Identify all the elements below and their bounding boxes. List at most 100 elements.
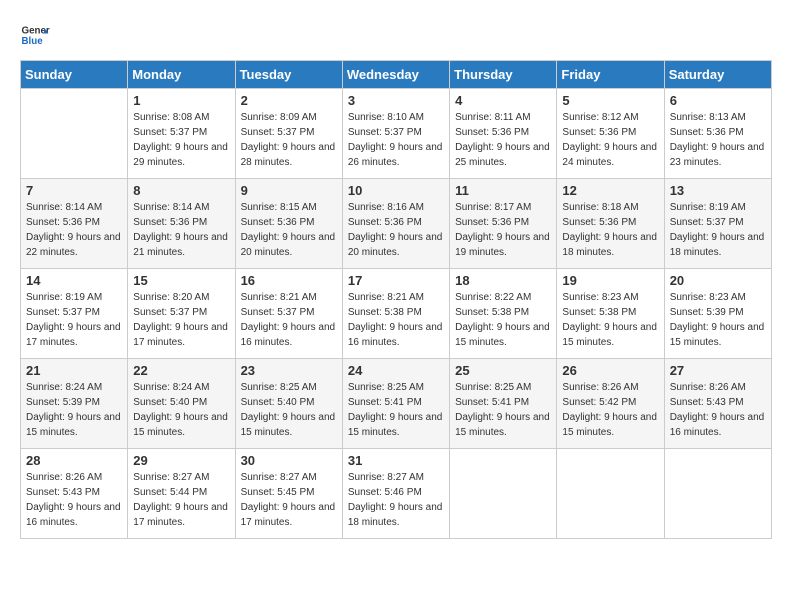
calendar-cell: 15 Sunrise: 8:20 AM Sunset: 5:37 PM Dayl… (128, 269, 235, 359)
weekday-header-friday: Friday (557, 61, 664, 89)
calendar-cell (557, 449, 664, 539)
day-number: 17 (348, 273, 444, 288)
sunrise: Sunrise: 8:12 AM (562, 112, 638, 123)
day-info: Sunrise: 8:19 AM Sunset: 5:37 PM Dayligh… (26, 290, 122, 350)
sunset: Sunset: 5:38 PM (348, 307, 422, 318)
calendar-week-row: 28 Sunrise: 8:26 AM Sunset: 5:43 PM Dayl… (21, 449, 772, 539)
daylight: Daylight: 9 hours and 26 minutes. (348, 142, 443, 168)
day-number: 14 (26, 273, 122, 288)
day-info: Sunrise: 8:18 AM Sunset: 5:36 PM Dayligh… (562, 200, 658, 260)
sunrise: Sunrise: 8:19 AM (670, 202, 746, 213)
day-number: 6 (670, 93, 766, 108)
daylight: Daylight: 9 hours and 16 minutes. (348, 322, 443, 348)
day-number: 16 (241, 273, 337, 288)
sunrise: Sunrise: 8:26 AM (26, 472, 102, 483)
sunset: Sunset: 5:36 PM (562, 127, 636, 138)
calendar-cell: 7 Sunrise: 8:14 AM Sunset: 5:36 PM Dayli… (21, 179, 128, 269)
daylight: Daylight: 9 hours and 25 minutes. (455, 142, 550, 168)
daylight: Daylight: 9 hours and 22 minutes. (26, 232, 121, 258)
sunset: Sunset: 5:36 PM (455, 217, 529, 228)
sunrise: Sunrise: 8:10 AM (348, 112, 424, 123)
sunrise: Sunrise: 8:18 AM (562, 202, 638, 213)
sunrise: Sunrise: 8:25 AM (455, 382, 531, 393)
calendar-cell: 13 Sunrise: 8:19 AM Sunset: 5:37 PM Dayl… (664, 179, 771, 269)
day-number: 20 (670, 273, 766, 288)
calendar-cell: 11 Sunrise: 8:17 AM Sunset: 5:36 PM Dayl… (450, 179, 557, 269)
daylight: Daylight: 9 hours and 15 minutes. (562, 412, 657, 438)
day-number: 9 (241, 183, 337, 198)
sunrise: Sunrise: 8:16 AM (348, 202, 424, 213)
day-number: 11 (455, 183, 551, 198)
sunrise: Sunrise: 8:26 AM (670, 382, 746, 393)
day-number: 4 (455, 93, 551, 108)
day-info: Sunrise: 8:21 AM Sunset: 5:37 PM Dayligh… (241, 290, 337, 350)
sunrise: Sunrise: 8:21 AM (348, 292, 424, 303)
day-number: 8 (133, 183, 229, 198)
day-number: 22 (133, 363, 229, 378)
sunset: Sunset: 5:37 PM (348, 127, 422, 138)
day-info: Sunrise: 8:16 AM Sunset: 5:36 PM Dayligh… (348, 200, 444, 260)
sunrise: Sunrise: 8:25 AM (348, 382, 424, 393)
sunrise: Sunrise: 8:13 AM (670, 112, 746, 123)
day-info: Sunrise: 8:10 AM Sunset: 5:37 PM Dayligh… (348, 110, 444, 170)
sunrise: Sunrise: 8:27 AM (241, 472, 317, 483)
daylight: Daylight: 9 hours and 16 minutes. (26, 502, 121, 528)
calendar-cell: 23 Sunrise: 8:25 AM Sunset: 5:40 PM Dayl… (235, 359, 342, 449)
sunrise: Sunrise: 8:27 AM (348, 472, 424, 483)
sunrise: Sunrise: 8:17 AM (455, 202, 531, 213)
sunset: Sunset: 5:37 PM (133, 127, 207, 138)
calendar-cell: 1 Sunrise: 8:08 AM Sunset: 5:37 PM Dayli… (128, 89, 235, 179)
day-info: Sunrise: 8:08 AM Sunset: 5:37 PM Dayligh… (133, 110, 229, 170)
calendar-cell: 25 Sunrise: 8:25 AM Sunset: 5:41 PM Dayl… (450, 359, 557, 449)
daylight: Daylight: 9 hours and 16 minutes. (241, 322, 336, 348)
calendar-cell: 9 Sunrise: 8:15 AM Sunset: 5:36 PM Dayli… (235, 179, 342, 269)
daylight: Daylight: 9 hours and 20 minutes. (241, 232, 336, 258)
sunrise: Sunrise: 8:11 AM (455, 112, 530, 123)
sunset: Sunset: 5:39 PM (26, 397, 100, 408)
calendar-cell: 12 Sunrise: 8:18 AM Sunset: 5:36 PM Dayl… (557, 179, 664, 269)
weekday-header-thursday: Thursday (450, 61, 557, 89)
day-info: Sunrise: 8:17 AM Sunset: 5:36 PM Dayligh… (455, 200, 551, 260)
daylight: Daylight: 9 hours and 16 minutes. (670, 412, 765, 438)
weekday-header-monday: Monday (128, 61, 235, 89)
calendar-cell: 31 Sunrise: 8:27 AM Sunset: 5:46 PM Dayl… (342, 449, 449, 539)
calendar-cell (21, 89, 128, 179)
calendar-cell: 21 Sunrise: 8:24 AM Sunset: 5:39 PM Dayl… (21, 359, 128, 449)
sunset: Sunset: 5:43 PM (26, 487, 100, 498)
calendar-cell: 8 Sunrise: 8:14 AM Sunset: 5:36 PM Dayli… (128, 179, 235, 269)
sunrise: Sunrise: 8:24 AM (133, 382, 209, 393)
calendar-cell: 22 Sunrise: 8:24 AM Sunset: 5:40 PM Dayl… (128, 359, 235, 449)
weekday-header-wednesday: Wednesday (342, 61, 449, 89)
calendar-cell: 2 Sunrise: 8:09 AM Sunset: 5:37 PM Dayli… (235, 89, 342, 179)
day-number: 27 (670, 363, 766, 378)
day-info: Sunrise: 8:12 AM Sunset: 5:36 PM Dayligh… (562, 110, 658, 170)
calendar-cell: 27 Sunrise: 8:26 AM Sunset: 5:43 PM Dayl… (664, 359, 771, 449)
calendar-cell: 28 Sunrise: 8:26 AM Sunset: 5:43 PM Dayl… (21, 449, 128, 539)
day-info: Sunrise: 8:19 AM Sunset: 5:37 PM Dayligh… (670, 200, 766, 260)
daylight: Daylight: 9 hours and 17 minutes. (241, 502, 336, 528)
sunset: Sunset: 5:38 PM (562, 307, 636, 318)
day-info: Sunrise: 8:14 AM Sunset: 5:36 PM Dayligh… (133, 200, 229, 260)
daylight: Daylight: 9 hours and 15 minutes. (562, 322, 657, 348)
sunset: Sunset: 5:36 PM (241, 217, 315, 228)
daylight: Daylight: 9 hours and 18 minutes. (348, 502, 443, 528)
day-number: 29 (133, 453, 229, 468)
calendar-week-row: 1 Sunrise: 8:08 AM Sunset: 5:37 PM Dayli… (21, 89, 772, 179)
day-number: 23 (241, 363, 337, 378)
day-number: 26 (562, 363, 658, 378)
sunset: Sunset: 5:36 PM (562, 217, 636, 228)
calendar-cell (664, 449, 771, 539)
daylight: Daylight: 9 hours and 17 minutes. (133, 502, 228, 528)
day-info: Sunrise: 8:14 AM Sunset: 5:36 PM Dayligh… (26, 200, 122, 260)
sunset: Sunset: 5:44 PM (133, 487, 207, 498)
day-number: 15 (133, 273, 229, 288)
sunset: Sunset: 5:38 PM (455, 307, 529, 318)
sunset: Sunset: 5:37 PM (241, 307, 315, 318)
day-info: Sunrise: 8:13 AM Sunset: 5:36 PM Dayligh… (670, 110, 766, 170)
day-number: 21 (26, 363, 122, 378)
day-info: Sunrise: 8:27 AM Sunset: 5:45 PM Dayligh… (241, 470, 337, 530)
day-info: Sunrise: 8:26 AM Sunset: 5:43 PM Dayligh… (26, 470, 122, 530)
sunset: Sunset: 5:36 PM (455, 127, 529, 138)
sunrise: Sunrise: 8:27 AM (133, 472, 209, 483)
logo-icon: General Blue (20, 20, 50, 50)
